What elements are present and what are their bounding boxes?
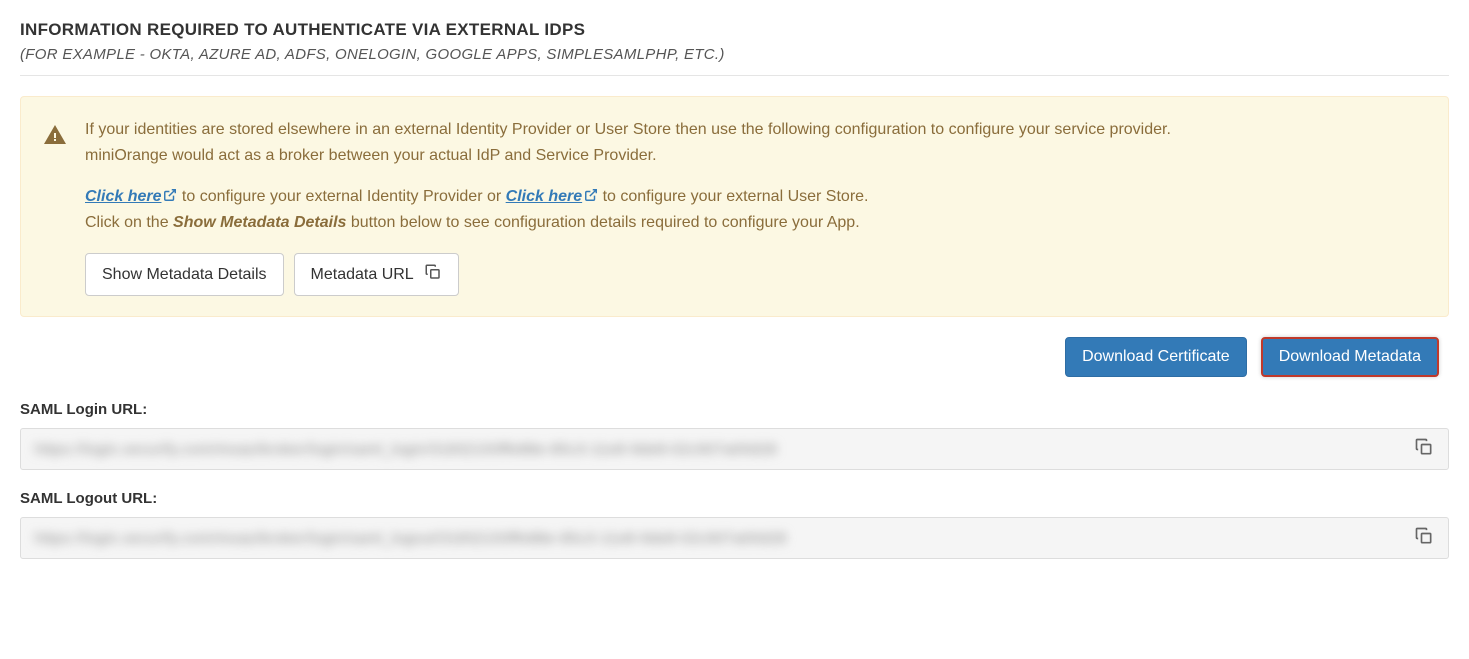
- info-text-3c: button below to see configuration detail…: [346, 214, 859, 231]
- saml-login-url-box: https://login.xecurify.com/moas/broker/l…: [20, 428, 1449, 470]
- download-actions: Download Certificate Download Metadata: [20, 337, 1449, 377]
- saml-login-url-group: SAML Login URL: https://login.xecurify.c…: [20, 401, 1449, 470]
- saml-logout-url-label: SAML Logout URL:: [20, 490, 1449, 507]
- copy-login-url-button[interactable]: [1414, 437, 1434, 461]
- info-text-3a: Click on the: [85, 214, 173, 231]
- show-metadata-details-button[interactable]: Show Metadata Details: [85, 253, 284, 296]
- copy-logout-url-button[interactable]: [1414, 526, 1434, 550]
- info-text-1b: miniOrange would act as a broker between…: [85, 147, 657, 164]
- page-subtitle: (FOR EXAMPLE - OKTA, AZURE AD, ADFS, ONE…: [20, 46, 1449, 63]
- copy-icon: [424, 263, 442, 286]
- saml-login-url-label: SAML Login URL:: [20, 401, 1449, 418]
- saml-login-url-value: https://login.xecurify.com/moas/broker/l…: [35, 441, 777, 458]
- page-title: INFORMATION REQUIRED TO AUTHENTICATE VIA…: [20, 20, 1449, 40]
- info-content: If your identities are stored elsewhere …: [85, 117, 1426, 296]
- saml-logout-url-box: https://login.xecurify.com/moas/broker/l…: [20, 517, 1449, 559]
- info-text-2a: to configure your external Identity Prov…: [177, 188, 505, 205]
- download-metadata-button[interactable]: Download Metadata: [1261, 337, 1439, 377]
- metadata-url-label: Metadata URL: [311, 266, 414, 284]
- saml-logout-url-value: https://login.xecurify.com/moas/broker/l…: [35, 530, 787, 547]
- info-text-3b: Show Metadata Details: [173, 214, 346, 231]
- warning-icon: [43, 117, 67, 296]
- configure-userstore-link[interactable]: Click here: [506, 188, 598, 205]
- header-section: INFORMATION REQUIRED TO AUTHENTICATE VIA…: [20, 20, 1449, 76]
- configure-idp-link[interactable]: Click here: [85, 188, 177, 205]
- external-link-icon: [584, 188, 598, 205]
- saml-logout-url-group: SAML Logout URL: https://login.xecurify.…: [20, 490, 1449, 559]
- metadata-url-button[interactable]: Metadata URL: [294, 253, 459, 296]
- info-alert-box: If your identities are stored elsewhere …: [20, 96, 1449, 317]
- download-certificate-button[interactable]: Download Certificate: [1065, 337, 1247, 377]
- info-text-1a: If your identities are stored elsewhere …: [85, 121, 1171, 138]
- info-text-2b: to configure your external User Store.: [598, 188, 868, 205]
- external-link-icon: [163, 188, 177, 205]
